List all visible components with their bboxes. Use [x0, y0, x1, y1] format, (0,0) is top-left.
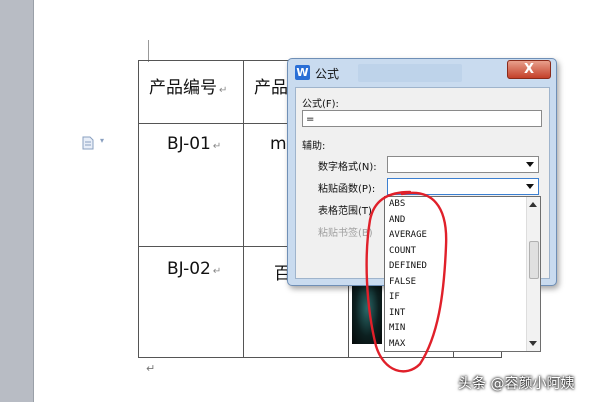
paste-function-label: 粘贴函数(P): — [318, 184, 376, 195]
function-option[interactable]: INT — [385, 306, 525, 322]
dialog-title: 公式 — [315, 67, 340, 81]
function-dropdown-list[interactable]: ABS AND AVERAGE COUNT DEFINED FALSE IF I… — [384, 196, 541, 352]
function-option[interactable]: AVERAGE — [385, 228, 525, 244]
dropdown-scrollbar[interactable] — [526, 197, 540, 351]
number-format-select[interactable] — [387, 156, 539, 173]
number-format-label: 数字格式(N): — [318, 162, 377, 173]
cell-text: BJ-02 — [167, 259, 211, 279]
paste-bookmark-label: 粘贴书签(B) — [318, 228, 373, 239]
close-button[interactable]: X — [507, 60, 551, 79]
cell-text: BJ-01 — [167, 134, 211, 154]
paragraph-mark: ↵ — [146, 362, 156, 375]
function-options: ABS AND AVERAGE COUNT DEFINED FALSE IF I… — [385, 197, 525, 352]
scroll-up-arrow-icon[interactable] — [529, 202, 537, 207]
function-option[interactable]: MIN — [385, 321, 525, 337]
titlebar-ghost-tab — [358, 64, 462, 82]
table-cell[interactable]: 产品编号 ↵ — [138, 60, 244, 124]
paragraph-mark: ↵ — [212, 141, 222, 152]
watermark: 头条 @容颜小阿姨 — [458, 376, 575, 392]
assist-label: 辅助: — [302, 141, 326, 152]
paragraph-mark: ↵ — [219, 85, 228, 96]
margin-marker — [148, 40, 149, 62]
dialog-titlebar[interactable]: W 公式 X — [288, 59, 556, 87]
chevron-down-icon[interactable] — [526, 184, 534, 189]
chevron-down-icon[interactable]: ▾ — [100, 136, 104, 145]
function-option[interactable]: IF — [385, 290, 525, 306]
table-cell[interactable]: BJ-02 ↵ — [138, 246, 244, 358]
table-range-label: 表格范围(T) — [318, 206, 372, 217]
wps-app-icon: W — [295, 65, 310, 80]
header-cell-text: 产品 — [254, 78, 288, 98]
embedded-image[interactable] — [352, 284, 382, 344]
formula-input[interactable]: = — [302, 110, 542, 127]
scrollbar-thumb[interactable] — [529, 241, 539, 279]
scroll-down-arrow-icon[interactable] — [529, 341, 537, 346]
page-edge — [33, 0, 34, 402]
table-cell[interactable]: BJ-01 ↵ — [138, 123, 244, 247]
chevron-down-icon[interactable] — [526, 162, 534, 167]
function-option[interactable]: ABS — [385, 197, 525, 213]
function-option[interactable]: FALSE — [385, 275, 525, 291]
function-option[interactable]: COUNT — [385, 244, 525, 260]
formula-label: 公式(F): — [302, 99, 339, 110]
left-margin — [0, 0, 33, 402]
cell-text: m — [270, 134, 287, 154]
function-option[interactable]: MAX — [385, 337, 525, 353]
paste-function-select[interactable] — [387, 178, 539, 195]
paragraph-mark: ↵ — [212, 266, 222, 277]
function-option[interactable]: AND — [385, 213, 525, 229]
header-cell-text: 产品编号 — [149, 78, 217, 98]
function-option[interactable]: DEFINED — [385, 259, 525, 275]
document-icon[interactable] — [82, 136, 94, 150]
